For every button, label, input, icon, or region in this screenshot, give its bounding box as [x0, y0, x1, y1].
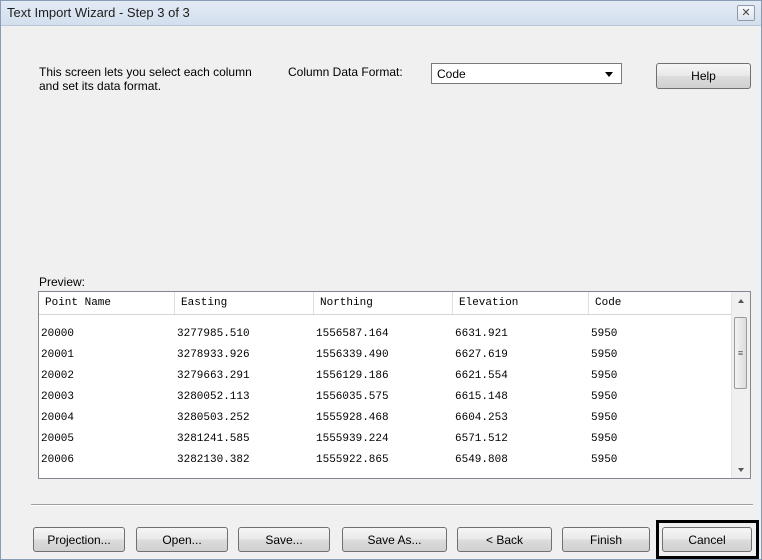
text-import-wizard-window: Text Import Wizard - Step 3 of 3 ✕ This …: [0, 0, 762, 560]
column-header-code[interactable]: Code: [589, 292, 732, 314]
back-button[interactable]: < Back: [457, 527, 552, 552]
table-row: 20003 3280052.113 1556035.575 6615.148 5…: [39, 387, 732, 408]
grip-icon: ≡: [737, 347, 744, 358]
column-data-format-select[interactable]: Code: [431, 63, 622, 84]
table-cell: 1556339.490: [316, 349, 389, 361]
table-cell: 5950: [591, 454, 618, 466]
window-title: Text Import Wizard - Step 3 of 3: [7, 5, 190, 20]
table-cell: 1556035.575: [316, 391, 389, 403]
table-row: 20001 3278933.926 1556339.490 6627.619 5…: [39, 345, 732, 366]
table-row: 20002 3279663.291 1556129.186 6621.554 5…: [39, 366, 732, 387]
table-cell: 3281241.585: [177, 433, 250, 445]
table-cell: 3278933.926: [177, 349, 250, 361]
table-cell: 5950: [591, 433, 618, 445]
cancel-button[interactable]: Cancel: [662, 527, 752, 552]
table-cell: 1556587.164: [316, 328, 389, 340]
preview-label: Preview:: [39, 275, 86, 289]
table-cell: 20005: [41, 433, 75, 445]
table-cell: 6549.808: [455, 454, 508, 466]
save-button[interactable]: Save...: [238, 527, 330, 552]
preview-header-row: Point Name Easting Northing Elevation Co…: [39, 292, 732, 315]
close-button[interactable]: ✕: [737, 5, 755, 21]
table-cell: 6571.512: [455, 433, 508, 445]
column-header-easting[interactable]: Easting: [175, 292, 314, 314]
scrollbar-thumb[interactable]: ≡: [734, 317, 747, 389]
column-data-format-value: Code: [437, 67, 466, 81]
close-icon: ✕: [741, 6, 751, 19]
scroll-down-button[interactable]: [732, 461, 750, 478]
table-cell: 5950: [591, 370, 618, 382]
table-row: 20004 3280503.252 1555928.468 6604.253 5…: [39, 408, 732, 429]
scroll-up-button[interactable]: [732, 292, 750, 309]
step-description: This screen lets you select each column …: [39, 65, 252, 93]
table-cell: 1556129.186: [316, 370, 389, 382]
column-header-northing[interactable]: Northing: [314, 292, 453, 314]
table-cell: 3277985.510: [177, 328, 250, 340]
table-cell: 3282130.382: [177, 454, 250, 466]
divider: [31, 504, 753, 506]
table-cell: 20002: [41, 370, 75, 382]
table-row: 20005 3281241.585 1555939.224 6571.512 5…: [39, 429, 732, 450]
table-cell: 1555939.224: [316, 433, 389, 445]
table-cell: 3280503.252: [177, 412, 250, 424]
projection-button[interactable]: Projection...: [33, 527, 125, 552]
table-cell: 20004: [41, 412, 75, 424]
table-cell: 5950: [591, 391, 618, 403]
table-cell: 20003: [41, 391, 75, 403]
table-cell: 6621.554: [455, 370, 508, 382]
table-cell: 20000: [41, 328, 75, 340]
preview-grid-content: Point Name Easting Northing Elevation Co…: [39, 292, 732, 478]
table-cell: 5950: [591, 349, 618, 361]
table-cell: 6631.921: [455, 328, 508, 340]
table-cell: 1555928.468: [316, 412, 389, 424]
table-cell: 6604.253: [455, 412, 508, 424]
finish-button[interactable]: Finish: [562, 527, 650, 552]
help-button[interactable]: Help: [656, 63, 751, 89]
title-bar: Text Import Wizard - Step 3 of 3 ✕: [1, 1, 761, 26]
chevron-down-icon: [605, 72, 613, 77]
open-button[interactable]: Open...: [136, 527, 228, 552]
table-cell: 20006: [41, 454, 75, 466]
column-header-elevation[interactable]: Elevation: [453, 292, 589, 314]
table-row: 20000 3277985.510 1556587.164 6631.921 5…: [39, 324, 732, 345]
table-cell: 5950: [591, 328, 618, 340]
table-cell: 20001: [41, 349, 75, 361]
save-as-button[interactable]: Save As...: [342, 527, 447, 552]
column-data-format-label: Column Data Format:: [288, 65, 403, 79]
table-cell: 3279663.291: [177, 370, 250, 382]
arrow-up-icon: [738, 298, 744, 303]
table-row: 20006 3282130.382 1555922.865 6549.808 5…: [39, 450, 732, 471]
table-cell: 6627.619: [455, 349, 508, 361]
preview-vertical-scrollbar[interactable]: ≡: [731, 292, 750, 478]
table-cell: 5950: [591, 412, 618, 424]
table-cell: 6615.148: [455, 391, 508, 403]
column-header-point-name[interactable]: Point Name: [39, 292, 175, 314]
arrow-down-icon: [738, 467, 744, 472]
table-cell: 1555922.865: [316, 454, 389, 466]
preview-grid[interactable]: Point Name Easting Northing Elevation Co…: [38, 291, 751, 479]
table-cell: 3280052.113: [177, 391, 250, 403]
